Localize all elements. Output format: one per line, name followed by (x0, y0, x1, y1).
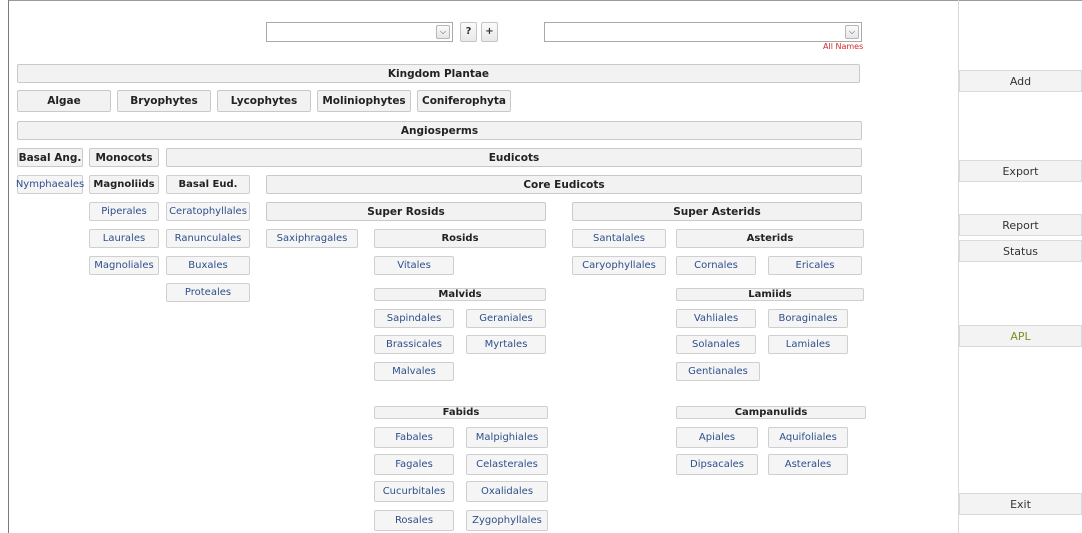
group-algae[interactable]: Algae (17, 90, 111, 112)
order-fabales[interactable]: Fabales (374, 427, 454, 448)
apl-button[interactable]: APL (959, 325, 1082, 347)
left-border (8, 0, 9, 533)
order-sapindales[interactable]: Sapindales (374, 309, 454, 328)
order-malpighiales[interactable]: Malpighiales (466, 427, 548, 448)
app-window: ⌵ ? + ⌵ All Names Kingdom Plantae Algae … (0, 0, 1082, 533)
add-taxon-button[interactable]: + (481, 22, 498, 42)
order-ranunculales[interactable]: Ranunculales (166, 229, 250, 248)
chevron-down-icon[interactable]: ⌵ (845, 25, 859, 39)
order-boraginales[interactable]: Boraginales (768, 309, 848, 328)
super-rosids-bar[interactable]: Super Rosids (266, 202, 546, 221)
order-lamiales[interactable]: Lamiales (768, 335, 848, 354)
group-lycophytes[interactable]: Lycophytes (217, 90, 311, 112)
monocots-bar[interactable]: Monocots (89, 148, 159, 167)
group-moliniophytes[interactable]: Moliniophytes (317, 90, 411, 112)
order-celasterales[interactable]: Celasterales (466, 454, 548, 475)
group-bryophytes[interactable]: Bryophytes (117, 90, 211, 112)
order-rosales[interactable]: Rosales (374, 510, 454, 531)
order-laurales[interactable]: Laurales (89, 229, 159, 248)
order-asterales[interactable]: Asterales (768, 454, 848, 475)
asterids-bar[interactable]: Asterids (676, 229, 864, 248)
order-piperales[interactable]: Piperales (89, 202, 159, 221)
chevron-down-icon[interactable]: ⌵ (436, 25, 450, 39)
name-select[interactable]: ⌵ (544, 22, 862, 42)
all-names-link[interactable]: All Names (823, 42, 863, 51)
order-brassicales[interactable]: Brassicales (374, 335, 454, 354)
super-asterids-bar[interactable]: Super Asterids (572, 202, 862, 221)
campanulids-bar[interactable]: Campanulids (676, 406, 866, 419)
order-magnoliales[interactable]: Magnoliales (89, 256, 159, 275)
basal-eudicots-bar[interactable]: Basal Eud. (166, 175, 250, 194)
kingdom-plantae-bar[interactable]: Kingdom Plantae (17, 64, 860, 83)
order-saxifragales[interactable]: Saxiphragales (266, 229, 358, 248)
order-ericales[interactable]: Ericales (768, 256, 862, 275)
add-button[interactable]: Add (959, 70, 1082, 92)
order-cornales[interactable]: Cornales (676, 256, 756, 275)
export-button[interactable]: Export (959, 160, 1082, 182)
order-dipsacales[interactable]: Dipsacales (676, 454, 758, 475)
magnoliids-bar[interactable]: Magnoliids (89, 175, 159, 194)
top-border (8, 0, 1082, 1)
order-apiales[interactable]: Apiales (676, 427, 758, 448)
order-cucurbitales[interactable]: Cucurbitales (374, 481, 454, 502)
eudicots-bar[interactable]: Eudicots (166, 148, 862, 167)
basal-angiosperms-bar[interactable]: Basal Ang. (17, 148, 83, 167)
order-geraniales[interactable]: Geraniales (466, 309, 546, 328)
taxon-select[interactable]: ⌵ (266, 22, 453, 42)
order-gentianales[interactable]: Gentianales (676, 362, 760, 381)
order-myrtales[interactable]: Myrtales (466, 335, 546, 354)
order-santalales[interactable]: Santalales (572, 229, 666, 248)
report-button[interactable]: Report (959, 214, 1082, 236)
order-fagales[interactable]: Fagales (374, 454, 454, 475)
order-caryophyllales[interactable]: Caryophyllales (572, 256, 666, 275)
order-ceratophyllales[interactable]: Ceratophyllales (166, 202, 250, 221)
order-buxales[interactable]: Buxales (166, 256, 250, 275)
order-oxalidales[interactable]: Oxalidales (466, 481, 548, 502)
order-solanales[interactable]: Solanales (676, 335, 756, 354)
order-proteales[interactable]: Proteales (166, 283, 250, 302)
lamiids-bar[interactable]: Lamiids (676, 288, 864, 301)
help-button[interactable]: ? (460, 22, 477, 42)
core-eudicots-bar[interactable]: Core Eudicots (266, 175, 862, 194)
order-vahliales[interactable]: Vahliales (676, 309, 756, 328)
exit-button[interactable]: Exit (959, 493, 1082, 515)
order-malvales[interactable]: Malvales (374, 362, 454, 381)
order-nymphaeales[interactable]: Nymphaeales (16, 175, 84, 194)
angiosperms-bar[interactable]: Angiosperms (17, 121, 862, 140)
order-zygophyllales[interactable]: Zygophyllales (466, 510, 548, 531)
status-button[interactable]: Status (959, 240, 1082, 262)
order-vitales[interactable]: Vitales (374, 256, 454, 275)
group-coniferophyta[interactable]: Coniferophyta (417, 90, 511, 112)
malvids-bar[interactable]: Malvids (374, 288, 546, 301)
fabids-bar[interactable]: Fabids (374, 406, 548, 419)
rosids-bar[interactable]: Rosids (374, 229, 546, 248)
order-aquifoliales[interactable]: Aquifoliales (768, 427, 848, 448)
